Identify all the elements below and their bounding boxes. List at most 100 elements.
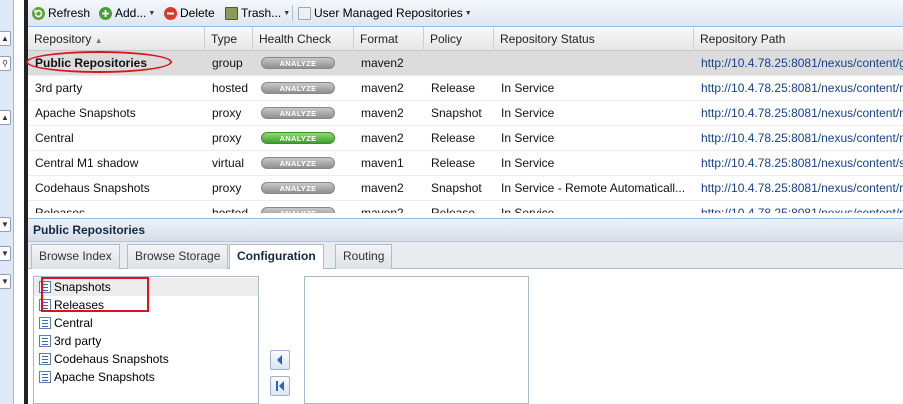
repositories-toolbar: Refresh Add... ▼ Delete Trash... ▼ User …	[28, 0, 903, 27]
cell-policy: Release	[431, 81, 476, 95]
cell-type: proxy	[212, 181, 242, 195]
list-item[interactable]: 3rd party	[34, 332, 258, 350]
delete-icon	[164, 6, 177, 20]
available-repositories-list[interactable]	[304, 276, 529, 404]
column-header-format[interactable]: Format	[354, 27, 424, 51]
tab-browse-storage[interactable]: Browse Storage	[127, 244, 229, 269]
repository-icon	[39, 353, 51, 365]
cell-type: proxy	[212, 106, 242, 120]
cell-repository-path[interactable]: http://10.4.78.25:8081/nexus/content/r	[694, 76, 903, 101]
cell-format: maven2	[361, 56, 404, 70]
cell-format: maven2	[361, 81, 404, 95]
dropdown-arrow-icon[interactable]: ▼	[0, 274, 11, 289]
add-icon	[99, 6, 112, 20]
cell-policy	[424, 51, 494, 76]
left-collapsed-panel: ▲ ⚲ ▲ ▼ ▼ ▼	[0, 0, 14, 404]
table-row[interactable]: 3rd party hosted maven2 Release In Service ht…	[28, 76, 903, 101]
column-header-repository-status[interactable]: Repository Status	[494, 27, 694, 51]
repository-icon	[39, 371, 51, 383]
move-all-left-button[interactable]	[270, 376, 290, 396]
cell-repository-path[interactable]: http://10.4.78.25:8081/nexus/content/r	[694, 176, 903, 201]
repository-icon	[39, 335, 51, 347]
list-item-label: Central	[54, 316, 93, 330]
highlight-ellipse	[26, 51, 172, 73]
column-header-health-check[interactable]: Health Check	[253, 27, 354, 51]
delete-button[interactable]: Delete	[164, 4, 215, 22]
column-header-repository-path[interactable]: Repository Path	[694, 27, 903, 51]
cell-repository-status: In Service - Remote Automaticall...	[501, 181, 686, 195]
list-item-label: Apache Snapshots	[54, 370, 155, 384]
list-item[interactable]: Central	[34, 314, 258, 332]
cell-repository: Releases	[35, 206, 86, 213]
chevron-down-icon: ▼	[283, 9, 291, 17]
column-header-policy[interactable]: Policy	[424, 27, 494, 51]
cell-repository-path[interactable]: http://10.4.78.25:8081/nexus/content/g	[694, 51, 903, 76]
list-item-label: Codehaus Snapshots	[54, 352, 169, 366]
trash-label: Trash...	[241, 6, 282, 20]
add-label: Add...	[115, 6, 147, 20]
tab-configuration[interactable]: Configuration	[229, 244, 324, 270]
analyze-button[interactable]: ANALYZE	[261, 132, 335, 144]
cell-format: maven2	[361, 181, 404, 195]
grid-header: Repository ▲ Type Health Check Format Po…	[28, 27, 903, 51]
column-header-type[interactable]: Type	[205, 27, 253, 51]
cell-repository-path[interactable]: http://10.4.78.25:8081/nexus/content/r	[694, 101, 903, 126]
list-item[interactable]: Apache Snapshots	[34, 368, 258, 386]
dropdown-arrow-icon[interactable]: ▼	[0, 246, 11, 261]
table-row[interactable]: Central M1 shadow virtual maven1 Release In …	[28, 151, 903, 176]
cell-repository-status: In Service	[501, 156, 555, 170]
cell-repository-path[interactable]: http://10.4.78.25:8081/nexus/content/r	[694, 126, 903, 151]
highlight-box	[41, 277, 149, 312]
cell-policy: Release	[431, 156, 476, 170]
cell-repository-status: In Service	[501, 131, 555, 145]
cell-repository: Central M1 shadow	[35, 156, 139, 170]
refresh-button[interactable]: Refresh	[32, 4, 90, 22]
search-icon[interactable]: ⚲	[0, 56, 11, 71]
cell-policy: Release	[431, 206, 476, 213]
list-item-label: 3rd party	[54, 334, 102, 348]
chevron-down-icon: ▼	[148, 9, 156, 17]
cell-format: maven2	[361, 131, 404, 145]
cell-policy: Release	[431, 131, 476, 145]
trash-button[interactable]: Trash... ▼	[225, 4, 290, 22]
list-item[interactable]: Codehaus Snapshots	[34, 350, 258, 368]
table-row[interactable]: Codehaus Snapshots proxy maven2 Snapshot In …	[28, 176, 903, 201]
cell-repository: Apache Snapshots	[35, 106, 136, 120]
move-left-button[interactable]	[270, 350, 290, 370]
cell-format: maven1	[361, 156, 404, 170]
cell-type: proxy	[212, 131, 242, 145]
analyze-button[interactable]: ANALYZE	[261, 107, 335, 119]
tab-browse-index[interactable]: Browse Index	[31, 244, 120, 269]
dropdown-arrow-icon[interactable]: ▼	[0, 217, 11, 232]
column-label: Health Check	[259, 32, 332, 46]
add-button[interactable]: Add... ▼	[99, 4, 155, 22]
cell-repository-path[interactable]: http://10.4.78.25:8081/nexus/content/r	[694, 201, 903, 213]
table-row[interactable]: Releases hosted maven2 Release In Service htt…	[28, 201, 903, 213]
refresh-label: Refresh	[48, 6, 91, 20]
table-row[interactable]: Central proxy maven2 Release In Service http:…	[28, 126, 903, 151]
cell-format: maven2	[361, 206, 404, 213]
tab-routing[interactable]: Routing	[335, 244, 393, 269]
analyze-button[interactable]: ANALYZE	[261, 57, 335, 69]
cell-repository-status: In Service	[501, 206, 555, 213]
repository-filter-icon	[298, 6, 311, 20]
trash-icon	[225, 6, 238, 20]
column-header-repository[interactable]: Repository ▲	[28, 27, 205, 51]
cell-repository-status: In Service	[501, 81, 555, 95]
cell-repository: 3rd party	[35, 81, 83, 95]
cell-policy: Snapshot	[431, 106, 482, 120]
refresh-icon	[32, 6, 45, 20]
table-row[interactable]: Apache Snapshots proxy maven2 Snapshot In Se…	[28, 101, 903, 126]
user-managed-repositories-menu[interactable]: User Managed Repositories ▼	[298, 4, 472, 22]
analyze-button[interactable]: ANALYZE	[261, 182, 335, 194]
cell-type: group	[212, 56, 243, 70]
analyze-button[interactable]: ANALYZE	[261, 207, 335, 213]
cell-repository-path[interactable]: http://10.4.78.25:8081/nexus/content/s	[694, 151, 903, 176]
user-managed-label: User Managed Repositories	[314, 6, 463, 20]
expand-arrow-icon[interactable]: ▲	[0, 31, 11, 46]
cell-type: hosted	[212, 81, 249, 95]
expand-arrow-icon[interactable]: ▲	[0, 110, 11, 125]
analyze-button[interactable]: ANALYZE	[261, 157, 335, 169]
column-label: Policy	[430, 32, 463, 46]
analyze-button[interactable]: ANALYZE	[261, 82, 335, 94]
